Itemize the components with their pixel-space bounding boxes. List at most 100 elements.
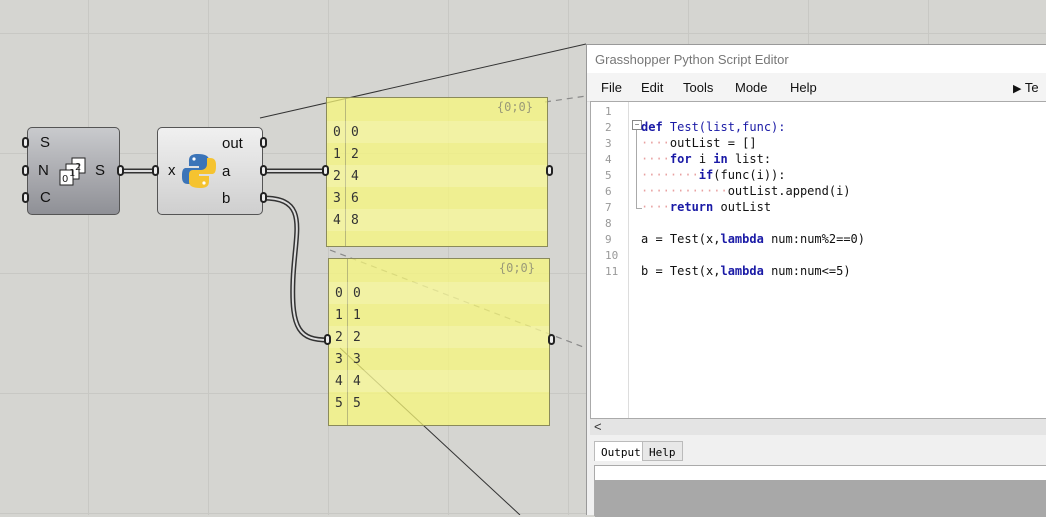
keyword-lambda: lambda: [720, 264, 764, 278]
line-number: 3: [605, 137, 612, 150]
line-number: 2: [605, 121, 612, 134]
horizontal-scrollbar[interactable]: <: [590, 419, 1046, 435]
keyword-in: in: [713, 152, 728, 166]
tab-help[interactable]: Help: [642, 441, 683, 461]
editor-titlebar[interactable]: Grasshopper Python Script Editor: [587, 45, 1046, 73]
series-input-c: C: [40, 189, 51, 206]
item-index: 4: [333, 213, 341, 228]
item-value: 4: [351, 169, 359, 184]
item-index: 2: [333, 169, 341, 184]
panel-a[interactable]: {0;0} 00 12 24 36 48: [326, 97, 548, 247]
code-editor[interactable]: 1 2 3 4 5 6 7 8 9 10 11 − def Test(list,…: [590, 101, 1046, 419]
scroll-left-icon[interactable]: <: [594, 419, 602, 434]
svg-text:2: 2: [75, 162, 81, 173]
menu-tools[interactable]: Tools: [683, 80, 713, 95]
output-pane[interactable]: [594, 465, 1046, 517]
code-line-4: ····for i in list:: [641, 152, 772, 166]
item-value: 0: [351, 125, 359, 140]
output-tabs: Output Help: [590, 441, 1046, 463]
code-line-9: a = Test(x,lambda num:num%2==0): [641, 232, 865, 246]
series-input-n-grip[interactable]: [22, 165, 29, 176]
list-item: 24: [327, 165, 547, 187]
python-script-component[interactable]: x out a b: [157, 127, 263, 215]
code-text: outList = []: [669, 136, 757, 150]
item-index: 3: [333, 191, 341, 206]
item-value: 8: [351, 213, 359, 228]
python-output-out-grip[interactable]: [260, 137, 267, 148]
line-number: 8: [605, 217, 612, 230]
code-text: num:num<=5): [763, 264, 851, 278]
menu-bar: File Edit Tools Mode Help ▶ Te: [587, 73, 1046, 102]
item-value: 0: [353, 286, 361, 301]
keyword-def: def: [641, 120, 663, 134]
line-number: 10: [605, 249, 619, 262]
line-number: 11: [605, 265, 619, 278]
panel-a-path: {0;0}: [496, 100, 533, 114]
code-text: Test(list,func):: [662, 120, 786, 134]
code-text: list:: [727, 152, 772, 166]
list-item: 33: [329, 348, 549, 370]
code-line-7: ····return outList: [641, 200, 772, 214]
series-input-c-grip[interactable]: [22, 192, 29, 203]
line-number: 1: [605, 105, 612, 118]
menu-mode[interactable]: Mode: [735, 80, 768, 95]
tab-output[interactable]: Output: [594, 441, 648, 461]
code-line-2: def Test(list,func):: [641, 120, 786, 134]
code-line-5: ········if(func(i)):: [641, 168, 786, 182]
panel-b[interactable]: {0;0} 00 11 22 33 44 55: [328, 258, 550, 426]
panel-a-input-grip[interactable]: [322, 165, 329, 176]
python-icon: [182, 153, 216, 189]
python-output-a-grip[interactable]: [260, 165, 267, 176]
item-value: 2: [353, 330, 361, 345]
python-input-x-grip[interactable]: [152, 165, 159, 176]
item-index: 3: [335, 352, 343, 367]
list-item: 48: [327, 209, 547, 231]
play-icon: ▶: [1013, 83, 1022, 95]
panel-b-output-grip[interactable]: [548, 334, 555, 345]
item-value: 3: [353, 352, 361, 367]
test-button[interactable]: ▶ Te: [1013, 80, 1039, 95]
list-item: 36: [327, 187, 547, 209]
output-pane-background: [595, 480, 1046, 517]
menu-edit[interactable]: Edit: [641, 80, 663, 95]
item-index: 1: [333, 147, 341, 162]
keyword-for: for: [669, 152, 692, 166]
series-component[interactable]: S N C 0 1 2 S: [27, 127, 120, 215]
line-number: 4: [605, 153, 612, 166]
code-line-6: ············outList.append(i): [641, 184, 851, 198]
code-text: (func(i)):: [713, 168, 786, 182]
menu-help[interactable]: Help: [790, 80, 817, 95]
menu-file[interactable]: File: [601, 80, 622, 95]
keyword-return: return: [669, 200, 714, 214]
item-value: 4: [353, 374, 361, 389]
python-output-b-grip[interactable]: [260, 192, 267, 203]
line-number: 9: [605, 233, 612, 246]
dashed-link-top: [544, 95, 587, 103]
item-index: 0: [333, 125, 341, 140]
panel-a-output-grip[interactable]: [546, 165, 553, 176]
code-text: i: [691, 152, 714, 166]
code-text: outList: [713, 200, 772, 214]
test-button-label: Te: [1024, 80, 1039, 95]
item-value: 5: [353, 396, 361, 411]
item-index: 1: [335, 308, 343, 323]
python-editor-window: Grasshopper Python Script Editor File Ed…: [586, 44, 1046, 517]
line-number-gutter: 1 2 3 4 5 6 7 8 9 10 11: [591, 102, 629, 418]
series-input-s: S: [40, 134, 51, 151]
series-input-n: N: [38, 162, 49, 179]
item-value: 6: [351, 191, 359, 206]
item-index: 4: [335, 374, 343, 389]
code-line-3: ····outList = []: [641, 136, 757, 150]
code-line-11: b = Test(x,lambda num:num<=5): [641, 264, 851, 278]
keyword-if: if: [698, 168, 714, 182]
list-item: 00: [327, 121, 547, 143]
panel-b-input-grip[interactable]: [324, 334, 331, 345]
line-number: 7: [605, 201, 612, 214]
item-index: 5: [335, 396, 343, 411]
item-index: 2: [335, 330, 343, 345]
list-item: 22: [329, 326, 549, 348]
panel-b-path: {0;0}: [498, 261, 535, 275]
series-output-grip[interactable]: [117, 165, 124, 176]
item-value: 1: [353, 308, 361, 323]
series-input-s-grip[interactable]: [22, 137, 29, 148]
